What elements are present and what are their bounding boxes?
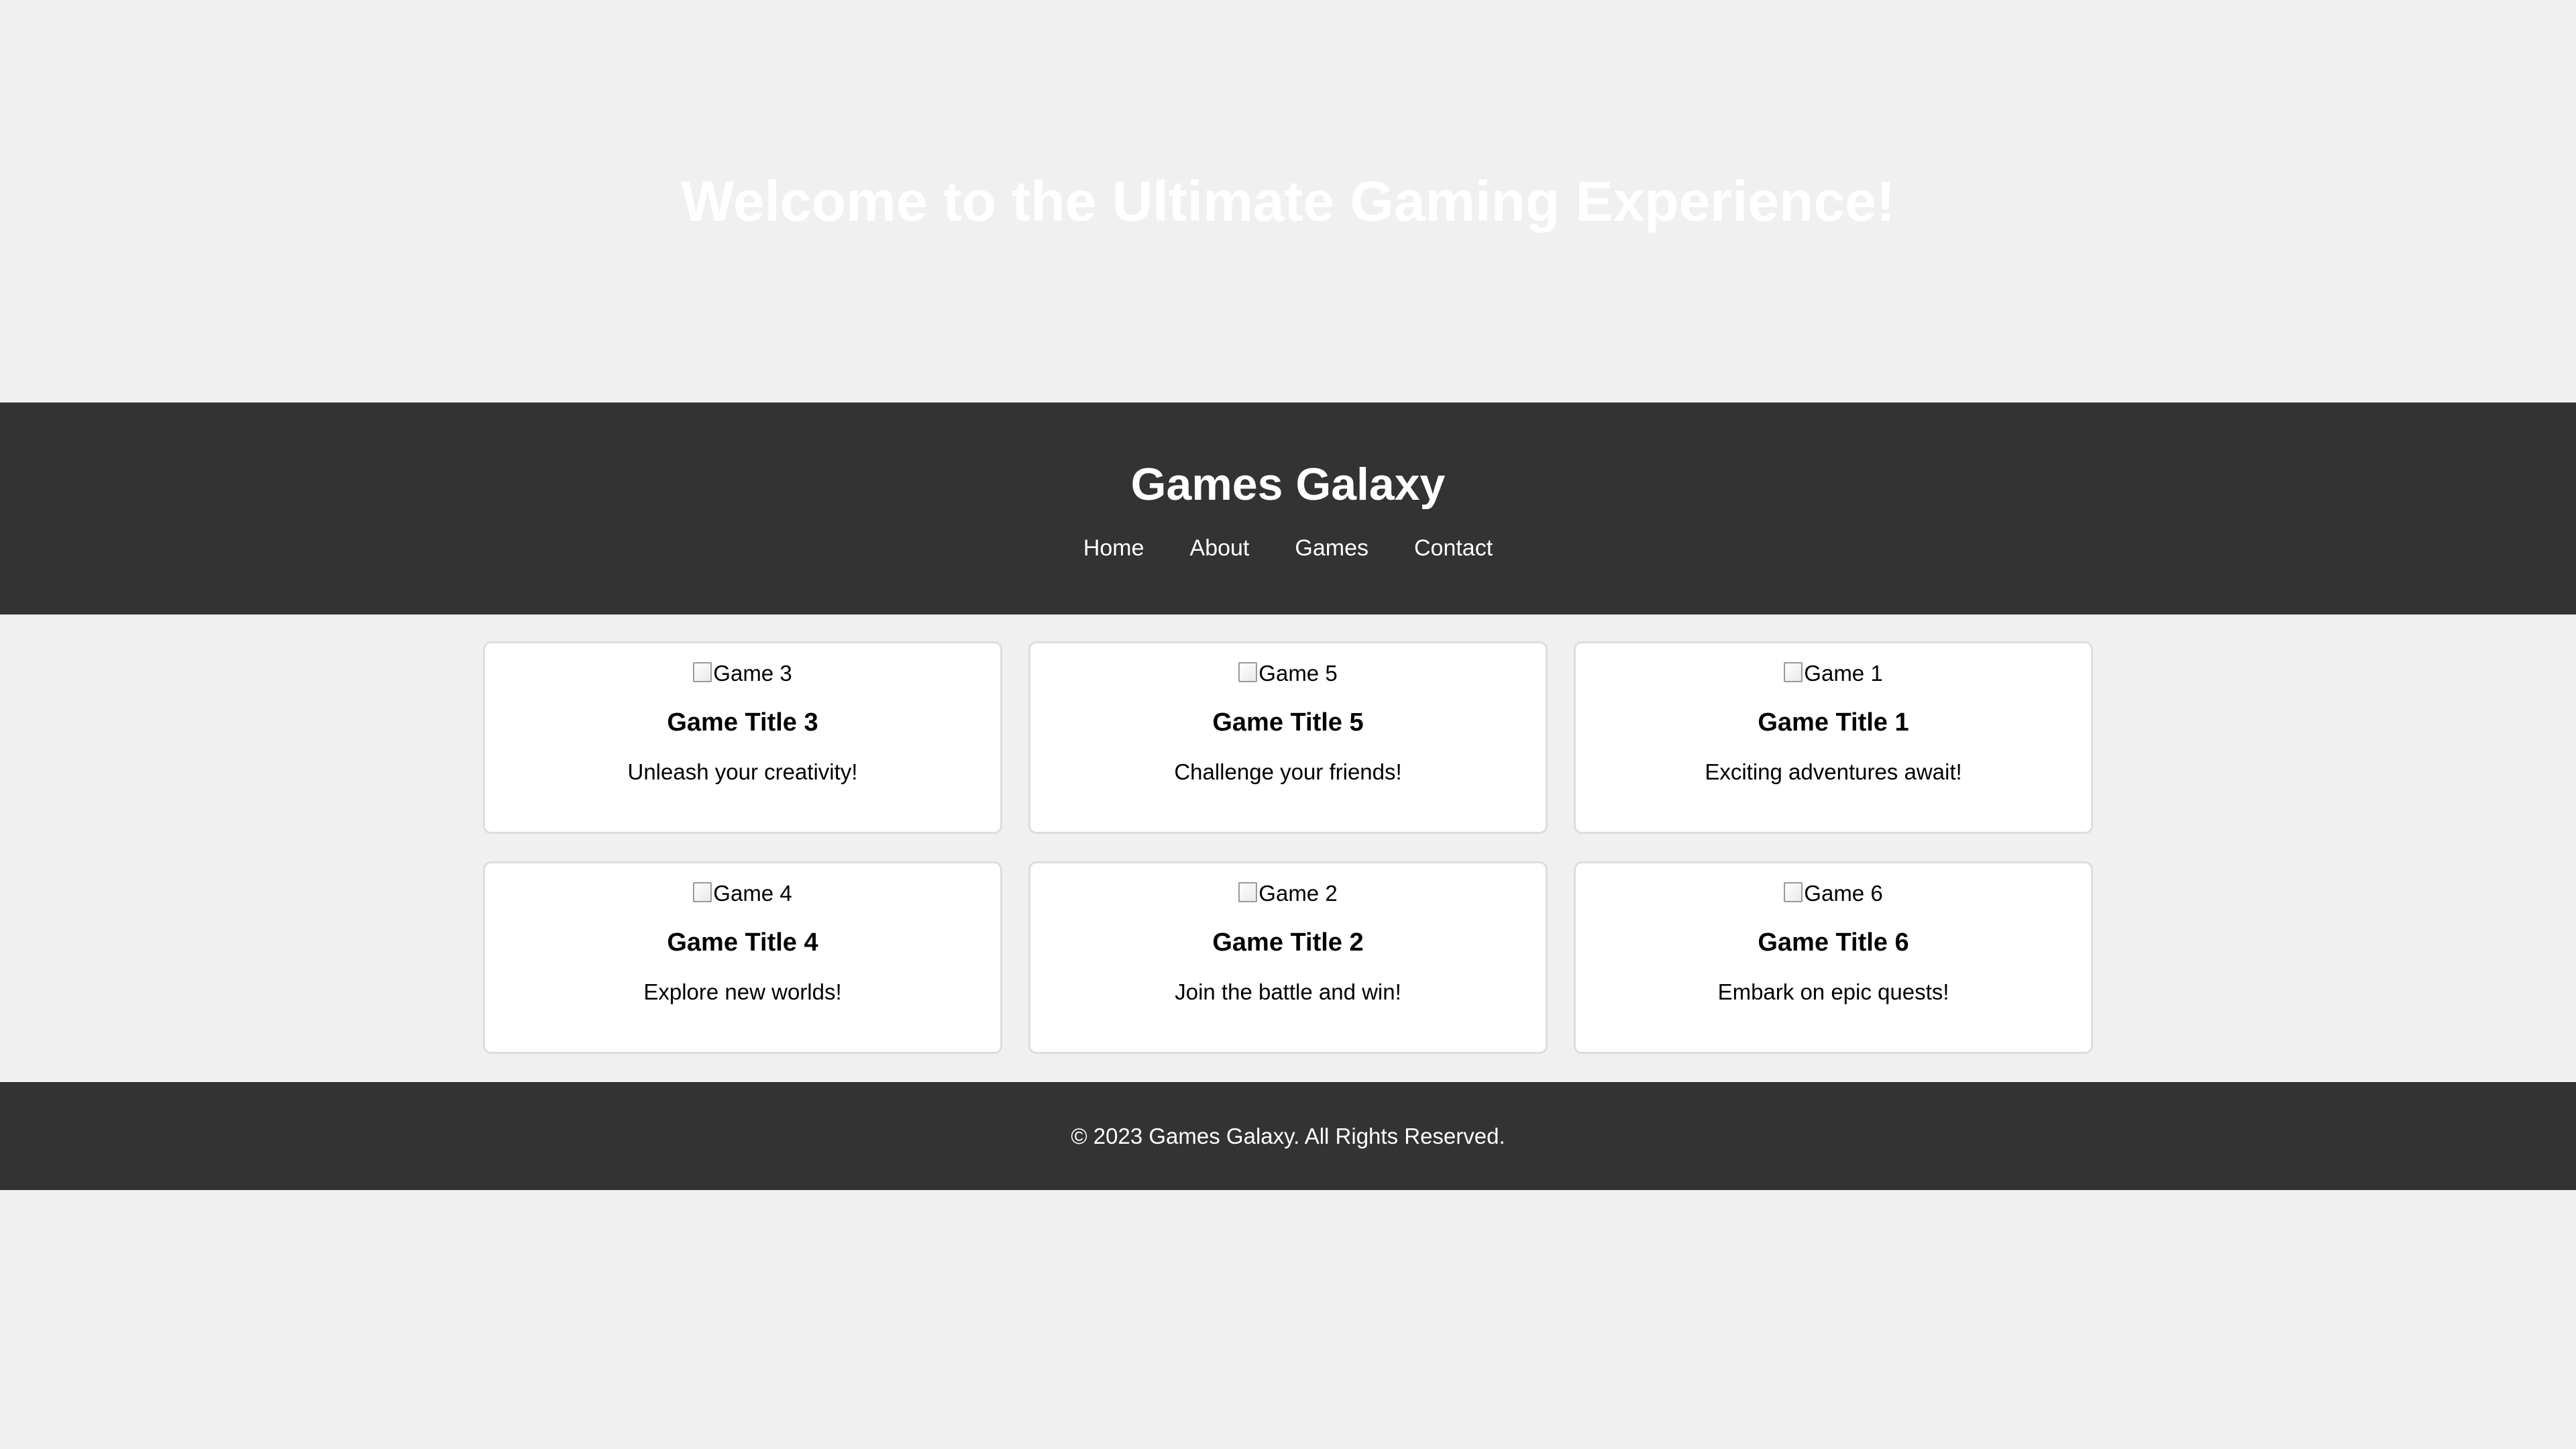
hero-banner: Welcome to the Ultimate Gaming Experienc… — [0, 0, 2576, 402]
game-description: Join the battle and win! — [1175, 979, 1401, 1004]
game-title: Game Title 6 — [1758, 928, 1909, 957]
game-title: Game Title 5 — [1212, 708, 1364, 737]
nav-link-contact[interactable]: Contact — [1414, 531, 1493, 565]
game-grid: Game 3 Game Title 3 Unleash your creativ… — [483, 641, 2093, 1054]
game-card[interactable]: Game 2 Game Title 2 Join the battle and … — [1028, 861, 1548, 1054]
game-image-alt: Game 2 — [1258, 881, 1338, 906]
hero-title: Welcome to the Ultimate Gaming Experienc… — [681, 170, 1895, 233]
broken-image-icon — [1238, 662, 1258, 682]
game-image-alt: Game 3 — [713, 661, 792, 686]
broken-image-icon — [693, 882, 712, 902]
game-card[interactable]: Game 1 Game Title 1 Exciting adventures … — [1574, 641, 2093, 834]
broken-image-icon — [693, 662, 712, 682]
broken-image-icon — [1784, 882, 1803, 902]
game-image: Game 5 — [1238, 659, 1338, 688]
game-title: Game Title 1 — [1758, 708, 1909, 737]
site-footer: © 2023 Games Galaxy. All Rights Reserved… — [0, 1082, 2576, 1190]
game-description: Challenge your friends! — [1174, 759, 1402, 784]
copyright-text: © 2023 Games Galaxy. All Rights Reserved… — [1071, 1123, 1505, 1148]
game-image-alt: Game 1 — [1804, 661, 1883, 686]
game-image: Game 1 — [1784, 659, 1883, 688]
game-image-alt: Game 5 — [1258, 661, 1338, 686]
game-title: Game Title 3 — [667, 708, 818, 737]
game-image-alt: Game 6 — [1804, 881, 1883, 906]
game-card[interactable]: Game 5 Game Title 5 Challenge your frien… — [1028, 641, 1548, 834]
game-description: Exciting adventures await! — [1705, 759, 1962, 784]
game-description: Unleash your creativity! — [627, 759, 858, 784]
game-image: Game 4 — [693, 879, 792, 908]
nav-link-home[interactable]: Home — [1083, 531, 1144, 565]
game-title: Game Title 2 — [1212, 928, 1364, 957]
game-card[interactable]: Game 3 Game Title 3 Unleash your creativ… — [483, 641, 1002, 834]
site-title: Games Galaxy — [1130, 459, 1446, 510]
game-title: Game Title 4 — [667, 928, 818, 957]
main-nav: Home About Games Contact — [0, 531, 2576, 565]
game-image-alt: Game 4 — [713, 881, 792, 906]
broken-image-icon — [1238, 882, 1258, 902]
game-image: Game 6 — [1784, 879, 1883, 908]
game-description: Explore new worlds! — [643, 979, 842, 1004]
site-header: Games Galaxy Home About Games Contact — [0, 402, 2576, 614]
game-image: Game 2 — [1238, 879, 1338, 908]
broken-image-icon — [1784, 662, 1803, 682]
nav-link-games[interactable]: Games — [1295, 531, 1368, 565]
game-card[interactable]: Game 6 Game Title 6 Embark on epic quest… — [1574, 861, 2093, 1054]
game-card[interactable]: Game 4 Game Title 4 Explore new worlds! — [483, 861, 1002, 1054]
game-image: Game 3 — [693, 659, 792, 688]
game-description: Embark on epic quests! — [1717, 979, 1949, 1004]
nav-link-about[interactable]: About — [1190, 531, 1250, 565]
